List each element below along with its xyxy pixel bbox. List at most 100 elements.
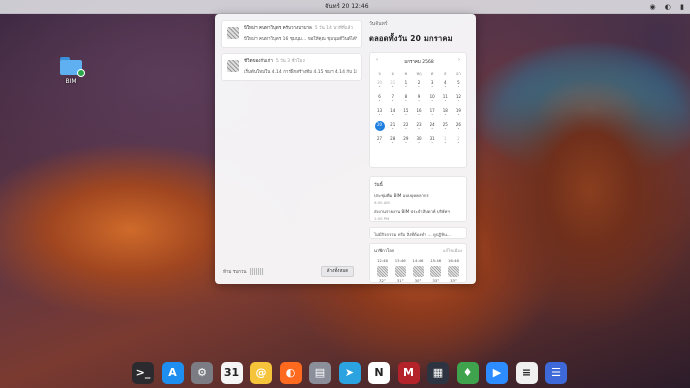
dock-grid-app-icon[interactable]: ▦ (427, 361, 449, 384)
calendar-day[interactable]: 13 • (373, 108, 386, 121)
folder-icon (60, 57, 85, 77)
weekday-header: จ (378, 71, 381, 76)
calendar-day-today[interactable]: 20 • (373, 121, 386, 135)
wifi-icon[interactable]: ◉ (649, 3, 655, 11)
calendar-day[interactable]: 19 • (452, 108, 465, 121)
next-month-icon[interactable]: › (458, 57, 460, 63)
city-temperature: 33° (432, 278, 440, 283)
dnd-label: ห้าม รบกวน (223, 270, 247, 275)
desktop-folder-bim[interactable]: BIM (56, 57, 86, 85)
calendar-day[interactable]: 31 • (386, 80, 399, 93)
world-clock-city[interactable]: 14:46 30° (410, 258, 427, 283)
calendar-day[interactable]: 24 • (426, 122, 439, 135)
calendar-day[interactable]: 17 • (426, 108, 439, 121)
dnd-toggle[interactable] (249, 268, 264, 275)
world-clock-edit[interactable]: แก้ไขเมือง (443, 247, 462, 254)
schedule-widget: วันนี้ ประชุมทีม BIM แบบบุคคลากร 9:00 AM… (369, 176, 467, 222)
weekday-header: พ (404, 71, 408, 76)
calendar-day[interactable]: 12 • (452, 94, 465, 107)
notification-body: ปีใหม่ฯ คนทาวิบุตร 16 ชุมนุม... ขอให้คุณ… (244, 37, 357, 42)
dock-files-icon[interactable]: ▤ (309, 361, 331, 384)
calendar-day[interactable]: 27 • (373, 136, 386, 149)
dock-telegram-icon[interactable]: ➤ (338, 361, 361, 384)
calendar-day[interactable]: 11 • (439, 94, 452, 107)
calendar-day[interactable]: 25 • (439, 122, 452, 135)
desktop-folder-label: BIM (65, 78, 77, 85)
notification-list: ปีใหม่ฯ คนทาวิบุตร ครับวางบาบาล 5 วัน 14 … (221, 20, 362, 86)
notification-time: 5 วัน 14 นาทีที่แล้ว (314, 26, 353, 31)
calendar-day[interactable]: 23 • (412, 122, 425, 135)
calendar-month: มกราคม 2568 (404, 60, 434, 65)
calendar-day[interactable]: 16 • (412, 108, 425, 121)
city-time: 16:46 (448, 258, 459, 263)
dock-frog-app-icon[interactable]: ♦ (456, 361, 479, 384)
notification-body: เริ่มต้นใหม่ใน 4.14 การฝึกสร้างทีม 4.15 … (244, 70, 357, 75)
clock-face-icon (448, 266, 459, 277)
city-temperature: 31° (396, 278, 404, 283)
notification-title: ปีใหม่ฯ คนทาวิบุตร ครับวางบาบาล (244, 26, 312, 31)
world-clock-city[interactable]: 12:46 32° (374, 258, 391, 283)
calendar-day[interactable]: 7 • (386, 94, 399, 107)
dock-zoom-icon[interactable]: ▶ (486, 361, 508, 384)
calendar-day[interactable]: 30 • (412, 136, 425, 149)
calendar-grid: จอพพฤศสอา 30 • 31 • 1 • 2 • 3 • 4 • 5 • 6 • 7 • 8 • 9 • 10 • 11 • 1… (373, 70, 465, 149)
clear-all-button[interactable]: ล้างทั้งหมด (321, 266, 354, 277)
schedule-event[interactable]: ส่งงานรายงาน BIM ประจำสัปดาห์ บริษัทฯ 1:… (374, 208, 462, 224)
calendar-day[interactable]: 4 • (439, 80, 452, 93)
calendar-day[interactable]: 1 • (439, 136, 452, 149)
calendar-day[interactable]: 1 • (399, 80, 412, 93)
dock-notion-icon[interactable]: N (368, 361, 390, 384)
dock-settings-icon[interactable]: ⚙ (191, 361, 213, 384)
calendar-day[interactable]: 15 • (399, 108, 412, 121)
notification-item[interactable]: ปีใหม่ฯ คนทาวิบุตร ครับวางบาบาล 5 วัน 14 … (221, 20, 362, 48)
volume-icon[interactable]: ◐ (665, 3, 671, 11)
world-clock-city[interactable]: 13:46 31° (392, 258, 409, 283)
event-time: 9:00 AM (374, 200, 390, 205)
full-date-label: ตลอดทั้งวัน 20 มกราคม (369, 34, 453, 43)
calendar-day[interactable]: 9 • (412, 94, 425, 107)
city-temperature: 30° (414, 278, 422, 283)
calendar-day[interactable]: 14 • (386, 108, 399, 121)
dock-documents-icon[interactable]: ☰ (545, 361, 567, 384)
notification-item[interactable]: ชีวิตของกับเก่า 5 วัน 3 ชั่วโมง เริ่มต้นใ… (221, 53, 362, 81)
dock-mendeley-icon[interactable]: M (397, 361, 420, 384)
schedule-heading: วันนี้ (374, 183, 383, 188)
app-icon (227, 60, 239, 72)
menu-icon[interactable] (4, 2, 14, 12)
calendar-day[interactable]: 6 • (373, 94, 386, 107)
dock-reader-icon[interactable]: ≡ (515, 361, 538, 384)
event-title: ส่งงานรายงาน BIM ประจำสัปดาห์ บริษัทฯ (374, 209, 450, 214)
calendar-day[interactable]: 8 • (399, 94, 412, 107)
calendar-day[interactable]: 10 • (426, 94, 439, 107)
top-bar: จันทร์ 20 12:46 ◉ ◐ ▮ (0, 0, 690, 14)
city-time: 15:46 (430, 258, 442, 263)
dock-calendar-icon[interactable]: 31 (220, 361, 243, 384)
world-clock-city[interactable]: 16:46 33° (445, 258, 462, 283)
battery-icon[interactable]: ▮ (680, 3, 684, 11)
todo-widget[interactable]: ไม่มีกิจกรรม หรือ สิ่งที่ต้องทำ ... ดูปฏ… (369, 227, 467, 239)
world-clock-city[interactable]: 15:46 33° (427, 258, 444, 283)
calendar-day[interactable]: 29 • (399, 136, 412, 149)
calendar-day[interactable]: 22 • (399, 122, 412, 135)
calendar-day[interactable]: 18 • (439, 108, 452, 121)
calendar-day[interactable]: 30 • (373, 80, 386, 93)
dock-firefox-icon[interactable]: ◐ (279, 361, 302, 384)
calendar-day[interactable]: 21 • (386, 122, 399, 135)
world-clock-row: 12:46 32° 13:46 31° 14:46 30° 15:46 33° 16:46 33° (374, 258, 462, 283)
dock-mail-icon[interactable]: @ (250, 361, 272, 384)
calendar-day[interactable]: 26 • (452, 122, 465, 135)
clock[interactable]: จันทร์ 20 12:46 (325, 2, 369, 12)
dock-terminal-icon[interactable]: >_ (132, 361, 154, 384)
event-title: ประชุมทีม BIM แบบบุคคลากร (374, 193, 429, 198)
calendar-day[interactable]: 2 • (412, 80, 425, 93)
dock-app-store-icon[interactable]: A (161, 361, 184, 384)
do-not-disturb: ห้าม รบกวน (223, 268, 264, 275)
sync-badge-icon (77, 69, 85, 77)
calendar-day[interactable]: 3 • (426, 80, 439, 93)
calendar-day[interactable]: 5 • (452, 80, 465, 93)
calendar-day[interactable]: 2 • (452, 136, 465, 149)
notification-center: ปีใหม่ฯ คนทาวิบุตร ครับวางบาบาล 5 วัน 14 … (215, 14, 476, 284)
calendar-day[interactable]: 31 • (426, 136, 439, 149)
calendar-day[interactable]: 28 • (386, 136, 399, 149)
schedule-event[interactable]: ประชุมทีม BIM แบบบุคคลากร 9:00 AM (374, 192, 462, 208)
